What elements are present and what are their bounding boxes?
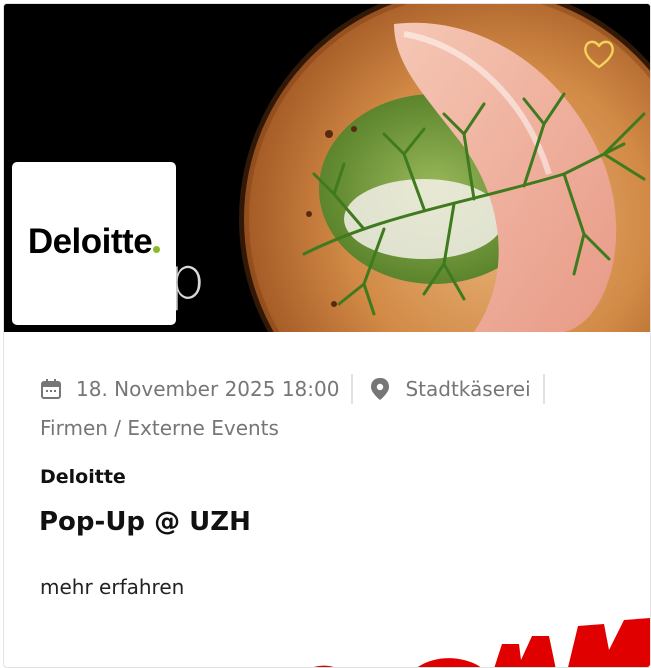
logo-dot bbox=[153, 246, 161, 253]
calendar-icon bbox=[38, 376, 64, 402]
event-meta: 18. November 2025 18:00 Stadtkäserei bbox=[38, 370, 618, 408]
event-organizer: Deloitte bbox=[40, 466, 126, 488]
location-pin-icon bbox=[367, 376, 393, 402]
event-date: 18. November 2025 18:00 bbox=[76, 377, 340, 401]
meta-divider bbox=[351, 374, 354, 404]
event-card[interactable]: op Deloitte 18. November 2025 18:00 bbox=[3, 3, 651, 668]
logo-text: Deloitte bbox=[27, 222, 153, 261]
organizer-logo: Deloitte bbox=[12, 162, 176, 325]
event-location: Stadtkäserei bbox=[405, 377, 531, 401]
more-link[interactable]: mehr erfahren bbox=[40, 575, 184, 599]
red-stamp-overlay bbox=[314, 618, 650, 667]
event-title[interactable]: Pop-Up @ UZH bbox=[39, 507, 251, 537]
meta-divider bbox=[542, 374, 545, 404]
event-category: Firmen / Externe Events bbox=[40, 416, 279, 440]
heart-outline-icon[interactable] bbox=[582, 38, 616, 70]
organizer-logo-wordmark: Deloitte bbox=[12, 222, 176, 262]
